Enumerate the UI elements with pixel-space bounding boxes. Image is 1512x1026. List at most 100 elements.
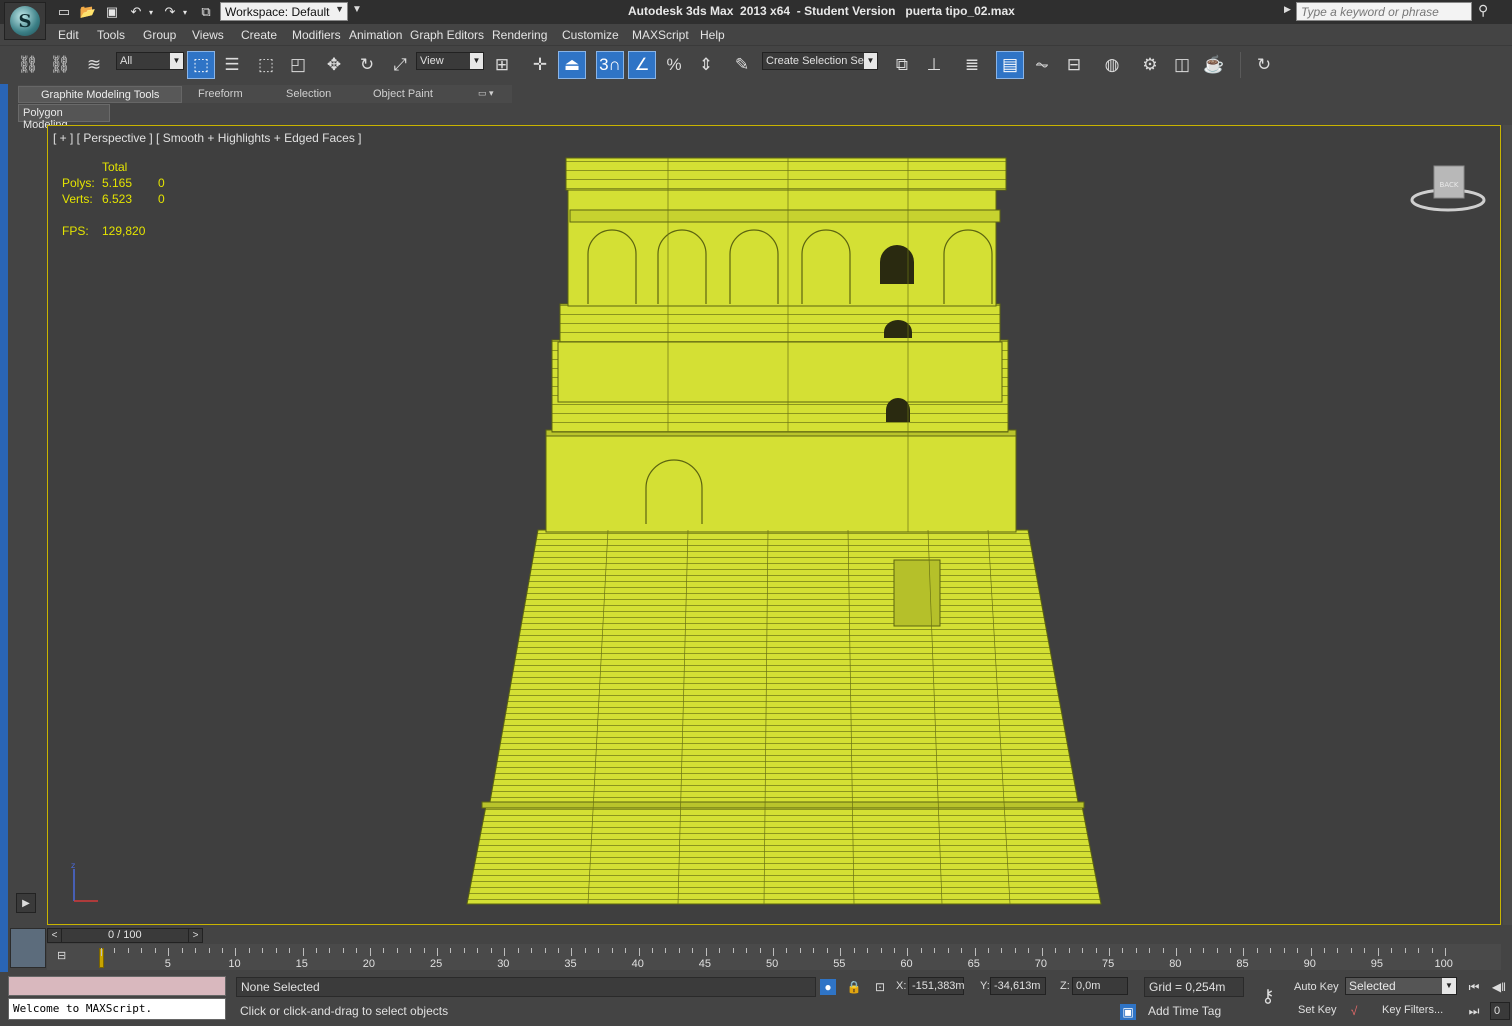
rendered-frame-window-icon[interactable]: ◫ xyxy=(1168,51,1196,79)
previous-frame-icon[interactable]: < xyxy=(48,929,62,942)
reference-coordinate-dropdown[interactable]: View ▼ xyxy=(416,52,484,70)
play-preview-icon[interactable]: ▶ xyxy=(16,893,36,913)
menu-maxscript[interactable]: MAXScript xyxy=(632,28,689,42)
graphite-toggle-icon[interactable]: ▤ xyxy=(996,51,1024,79)
unlink-selection-icon[interactable]: ⛓ xyxy=(46,51,74,79)
transform-mode-icon[interactable]: ⊡ xyxy=(872,979,888,995)
x-coordinate-field[interactable]: -151,383m xyxy=(908,977,965,995)
render-setup-icon[interactable]: ⚙ xyxy=(1136,51,1164,79)
align-icon[interactable]: ⊥ xyxy=(920,51,948,79)
chevron-down-icon: ▼ xyxy=(170,53,183,69)
set-key-button[interactable]: Set Key xyxy=(1294,1001,1341,1021)
command-panel-collapsed[interactable] xyxy=(1503,125,1512,925)
key-mode-dropdown[interactable]: Selected ▼ xyxy=(1345,977,1457,995)
redo-icon[interactable]: ↷ xyxy=(160,3,180,21)
next-frame-icon[interactable]: > xyxy=(188,929,202,942)
mirror-icon[interactable]: ⧉ xyxy=(888,51,916,79)
viewcube-icon[interactable]: BACK xyxy=(1410,160,1486,216)
perspective-viewport[interactable]: [ + ] [ Perspective ] [ Smooth + Highlig… xyxy=(47,125,1501,925)
schematic-view-icon[interactable]: ⊟ xyxy=(1060,51,1088,79)
z-coordinate-field[interactable]: 0,0m xyxy=(1072,977,1128,995)
model-wireframe[interactable] xyxy=(48,126,1501,925)
material-editor-icon[interactable]: ◍ xyxy=(1098,51,1126,79)
time-slider[interactable]: < 0 / 100 > xyxy=(47,928,203,943)
key-mode-toggle-icon[interactable]: ⏭ xyxy=(1466,1003,1482,1019)
menu-customize[interactable]: Customize xyxy=(562,28,619,42)
edit-named-selection-icon[interactable]: ✎ xyxy=(728,51,756,79)
set-keys-key-icon[interactable]: ⚷ xyxy=(1256,987,1280,1005)
quick-access-menu-icon[interactable]: ▼ xyxy=(352,4,362,15)
tab-selection[interactable]: Selection xyxy=(286,86,331,103)
menu-create[interactable]: Create xyxy=(241,28,277,42)
spinner-snap-icon[interactable]: ⇕ xyxy=(692,51,720,79)
angle-snap-icon[interactable]: ∠ xyxy=(628,51,656,79)
binoculars-icon[interactable]: ⚲ xyxy=(1478,2,1488,19)
select-and-manipulate-icon[interactable]: ✛ xyxy=(526,51,554,79)
percent-snap-icon[interactable]: % xyxy=(660,51,688,79)
current-frame-field[interactable]: 0 xyxy=(1490,1002,1510,1020)
panel-polygon-modeling[interactable]: Polygon Modeling xyxy=(18,104,110,131)
snaps-toggle-icon[interactable]: 3 ∩ xyxy=(596,51,624,79)
open-mini-curve-editor-icon[interactable]: ⊟ xyxy=(57,949,77,965)
menu-edit[interactable]: Edit xyxy=(58,28,79,42)
auto-key-button[interactable]: Auto Key xyxy=(1290,978,1343,998)
selection-filter-dropdown[interactable]: All ▼ xyxy=(116,52,184,70)
isolate-selection-icon[interactable]: ● xyxy=(820,979,836,995)
default-tangent-icon[interactable]: √ xyxy=(1346,1003,1362,1019)
window-crossing-icon[interactable]: ◰ xyxy=(284,51,312,79)
select-and-scale-icon[interactable]: ⤢ xyxy=(386,51,414,79)
menu-group[interactable]: Group xyxy=(143,28,176,42)
undo-dropdown-icon[interactable]: ▾ xyxy=(146,3,156,21)
bind-to-space-warp-icon[interactable]: ≋ xyxy=(80,51,108,79)
select-object-icon[interactable]: ⬚ xyxy=(187,51,215,79)
curve-editor-icon[interactable]: ⏦ xyxy=(1028,51,1056,79)
new-file-icon[interactable]: ▭ xyxy=(54,3,74,21)
open-file-icon[interactable]: 📂 xyxy=(78,3,98,21)
ribbon-options-icon[interactable]: ▭ ▾ xyxy=(478,86,494,103)
go-to-start-icon[interactable]: ⏮ xyxy=(1466,979,1482,995)
search-expand-icon[interactable]: ▶ xyxy=(1284,4,1291,15)
select-and-link-icon[interactable]: ⛓ xyxy=(14,51,42,79)
maxscript-mini-listener-input[interactable] xyxy=(8,976,226,996)
project-folder-icon[interactable]: ⧉ xyxy=(196,3,216,21)
tab-freeform[interactable]: Freeform xyxy=(198,86,243,103)
select-and-rotate-icon[interactable]: ↻ xyxy=(353,51,381,79)
maxscript-mini-listener-output[interactable]: Welcome to MAXScript. xyxy=(8,998,226,1020)
undo-icon[interactable]: ↶ xyxy=(126,3,146,21)
key-filters-button[interactable]: Key Filters... xyxy=(1378,1001,1447,1021)
menu-views[interactable]: Views xyxy=(192,28,224,42)
rectangular-selection-icon[interactable]: ⬚ xyxy=(252,51,280,79)
menu-modifiers[interactable]: Modifiers xyxy=(292,28,341,42)
menu-help[interactable]: Help xyxy=(700,28,725,42)
tab-graphite-modeling-tools[interactable]: Graphite Modeling Tools xyxy=(18,86,183,103)
keyboard-shortcut-override-icon[interactable]: ⏏ xyxy=(558,51,586,79)
frame-tick xyxy=(557,948,559,953)
pivot-center-icon[interactable]: ⊞ xyxy=(488,51,516,79)
menu-tools[interactable]: Tools xyxy=(97,28,125,42)
track-bar[interactable]: ⊟ 5 10 15 20 25 30 35 40 45 50 55 60 65 70 75 80 85 90 95 1… xyxy=(47,944,1501,970)
reference-coordinate-value: View xyxy=(420,55,444,67)
save-file-icon[interactable]: ▣ xyxy=(102,3,122,21)
select-and-move-icon[interactable]: ✥ xyxy=(320,51,348,79)
app-logo-button[interactable]: S xyxy=(4,2,46,40)
menu-graph-editors[interactable]: Graph Editors xyxy=(410,28,484,42)
mini-curve-editor-toggle[interactable] xyxy=(10,928,46,968)
redo-dropdown-icon[interactable]: ▾ xyxy=(180,3,190,21)
add-time-tag-button[interactable]: Add Time Tag xyxy=(1144,1002,1244,1022)
frame-tick xyxy=(423,948,425,953)
select-by-name-icon[interactable]: ☰ xyxy=(218,51,246,79)
render-iterative-icon[interactable]: ↻ xyxy=(1250,51,1278,79)
selection-lock-icon[interactable]: 🔒 xyxy=(846,979,862,995)
workspace-label: Workspace: Default xyxy=(225,5,330,19)
named-selection-set-dropdown[interactable]: Create Selection Se ▼ xyxy=(762,52,878,70)
previous-key-icon[interactable]: ◀‖ xyxy=(1488,979,1510,995)
render-production-icon[interactable]: ☕ xyxy=(1200,51,1228,79)
y-coordinate-field[interactable]: -34,613m xyxy=(990,977,1046,995)
search-input[interactable]: Type a keyword or phrase xyxy=(1296,2,1472,21)
layer-manager-icon[interactable]: ≣ xyxy=(958,51,986,79)
menu-animation[interactable]: Animation xyxy=(349,28,402,42)
workspace-dropdown[interactable]: Workspace: Default ▼ xyxy=(220,2,348,21)
time-tag-icon[interactable]: ▣ xyxy=(1120,1004,1136,1020)
tab-object-paint[interactable]: Object Paint xyxy=(373,86,433,103)
menu-rendering[interactable]: Rendering xyxy=(492,28,547,42)
